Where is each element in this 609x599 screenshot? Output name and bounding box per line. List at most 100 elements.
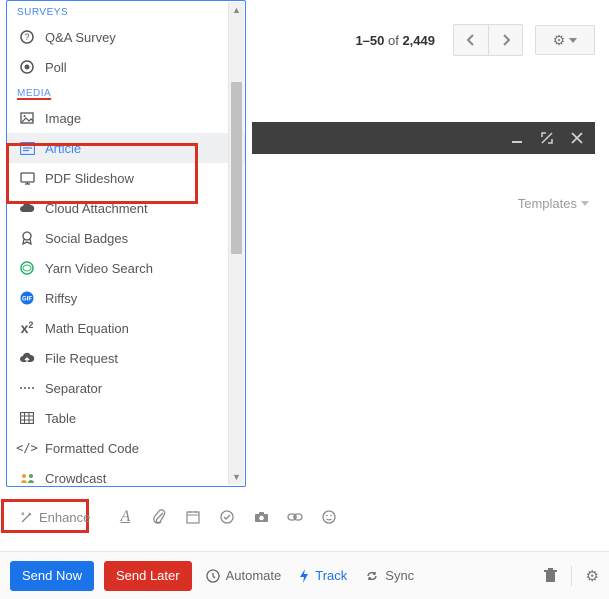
automate-button[interactable]: Automate bbox=[202, 568, 286, 583]
group-label-media: MEDIA bbox=[7, 82, 245, 103]
templates-label: Templates bbox=[518, 196, 577, 211]
count-total: 2,449 bbox=[402, 33, 435, 48]
cloud-upload-icon bbox=[19, 352, 35, 364]
smile-icon bbox=[322, 510, 336, 524]
menu-item-cloud-attachment[interactable]: Cloud Attachment bbox=[7, 193, 245, 223]
svg-text:GIF: GIF bbox=[22, 297, 32, 303]
menu-item-formatted-code[interactable]: </> Formatted Code bbox=[7, 433, 245, 463]
menu-item-label: Q&A Survey bbox=[45, 30, 116, 45]
link-button[interactable] bbox=[286, 512, 304, 522]
more-settings-button[interactable]: ⚙ bbox=[586, 567, 599, 585]
menu-item-yarn-video-search[interactable]: Yarn Video Search bbox=[7, 253, 245, 283]
expand-button[interactable] bbox=[541, 132, 553, 144]
target-icon bbox=[19, 60, 35, 74]
settings-button[interactable]: ⚙ bbox=[535, 25, 595, 55]
result-count: 1–50 of 2,449 bbox=[355, 33, 435, 48]
emoji-button[interactable] bbox=[320, 510, 338, 524]
check-circle-icon bbox=[220, 510, 234, 524]
menu-item-separator[interactable]: Separator bbox=[7, 373, 245, 403]
help-circle-icon: ? bbox=[19, 30, 35, 44]
format-text-button[interactable]: A bbox=[116, 508, 134, 526]
clock-icon bbox=[206, 569, 220, 583]
format-icons: A bbox=[116, 508, 338, 526]
next-button[interactable] bbox=[488, 25, 522, 55]
svg-text:?: ? bbox=[24, 32, 29, 42]
menu-item-label: Poll bbox=[45, 60, 67, 75]
pager bbox=[453, 24, 523, 56]
menu-item-label: Crowdcast bbox=[45, 471, 106, 486]
crowd-icon bbox=[19, 472, 35, 484]
send-now-button[interactable]: Send Now bbox=[10, 561, 94, 591]
expand-icon bbox=[541, 132, 553, 144]
sync-button[interactable]: Sync bbox=[361, 568, 418, 583]
right-icons: ⚙ bbox=[544, 566, 599, 586]
insert-panel: SURVEYS ? Q&A Survey Poll MEDIA Image Ar… bbox=[6, 0, 246, 487]
yarn-icon bbox=[19, 261, 35, 275]
send-later-button[interactable]: Send Later bbox=[104, 561, 192, 591]
top-bar: 1–50 of 2,449 ⚙ bbox=[355, 24, 595, 56]
menu-item-label: Image bbox=[45, 111, 81, 126]
menu-item-social-badges[interactable]: Social Badges bbox=[7, 223, 245, 253]
trash-icon bbox=[544, 568, 557, 583]
format-toolbar: Enhance A bbox=[6, 503, 595, 531]
prev-button[interactable] bbox=[454, 25, 488, 55]
menu-item-article[interactable]: Article bbox=[7, 133, 245, 163]
sync-icon bbox=[365, 569, 379, 583]
enhance-button[interactable]: Enhance bbox=[10, 505, 100, 530]
attach-button[interactable] bbox=[150, 509, 168, 525]
count-range: 1–50 bbox=[355, 33, 384, 48]
menu-item-label: Separator bbox=[45, 381, 102, 396]
action-bar: Send Now Send Later Automate Track Sync … bbox=[0, 551, 609, 599]
gear-icon: ⚙ bbox=[553, 32, 566, 49]
menu-item-math-equation[interactable]: x2 Math Equation bbox=[7, 313, 245, 343]
image-icon bbox=[19, 111, 35, 125]
link-icon bbox=[287, 512, 303, 522]
gear-icon: ⚙ bbox=[586, 568, 599, 585]
minimize-button[interactable] bbox=[511, 132, 523, 144]
camera-icon bbox=[254, 511, 269, 523]
chevron-right-icon bbox=[502, 34, 510, 46]
calendar-icon bbox=[186, 510, 200, 524]
menu-item-label: Article bbox=[45, 141, 81, 156]
menu-item-poll[interactable]: Poll bbox=[7, 52, 245, 82]
bolt-icon bbox=[299, 569, 309, 583]
templates-dropdown[interactable]: Templates bbox=[518, 196, 589, 211]
compose-titlebar bbox=[252, 122, 595, 154]
delete-button[interactable] bbox=[544, 568, 557, 583]
close-icon bbox=[571, 132, 583, 144]
enhance-label: Enhance bbox=[39, 510, 90, 525]
menu-item-label: PDF Slideshow bbox=[45, 171, 134, 186]
wand-icon bbox=[20, 511, 33, 524]
menu-item-qa-survey[interactable]: ? Q&A Survey bbox=[7, 22, 245, 52]
minimize-icon bbox=[511, 132, 523, 144]
menu-item-label: Social Badges bbox=[45, 231, 128, 246]
menu-item-image[interactable]: Image bbox=[7, 103, 245, 133]
menu-item-table[interactable]: Table bbox=[7, 403, 245, 433]
scroll-thumb[interactable] bbox=[231, 82, 242, 254]
menu-item-pdf-slideshow[interactable]: PDF Slideshow bbox=[7, 163, 245, 193]
panel-scrollbar[interactable]: ▲ ▼ bbox=[228, 2, 244, 485]
gif-icon: GIF bbox=[19, 291, 35, 305]
menu-item-label: Formatted Code bbox=[45, 441, 139, 456]
caret-down-icon bbox=[569, 38, 577, 43]
camera-button[interactable] bbox=[252, 511, 270, 523]
menu-item-riffsy[interactable]: GIF Riffsy bbox=[7, 283, 245, 313]
link-label: Automate bbox=[226, 568, 282, 583]
group-label-surveys: SURVEYS bbox=[7, 1, 245, 22]
calendar-button[interactable] bbox=[184, 510, 202, 524]
menu-item-crowdcast[interactable]: Crowdcast bbox=[7, 463, 245, 486]
link-label: Sync bbox=[385, 568, 414, 583]
menu-item-file-request[interactable]: File Request bbox=[7, 343, 245, 373]
separator-icon bbox=[19, 383, 35, 393]
menu-item-label: Math Equation bbox=[45, 321, 129, 336]
task-button[interactable] bbox=[218, 510, 236, 524]
track-button[interactable]: Track bbox=[295, 568, 351, 583]
badge-icon bbox=[19, 231, 35, 245]
equation-icon: x2 bbox=[19, 320, 35, 336]
close-button[interactable] bbox=[571, 132, 583, 144]
separator bbox=[571, 566, 572, 586]
menu-item-label: Table bbox=[45, 411, 76, 426]
menu-item-label: Cloud Attachment bbox=[45, 201, 148, 216]
scroll-up-icon: ▲ bbox=[229, 2, 244, 18]
article-icon bbox=[19, 142, 35, 155]
